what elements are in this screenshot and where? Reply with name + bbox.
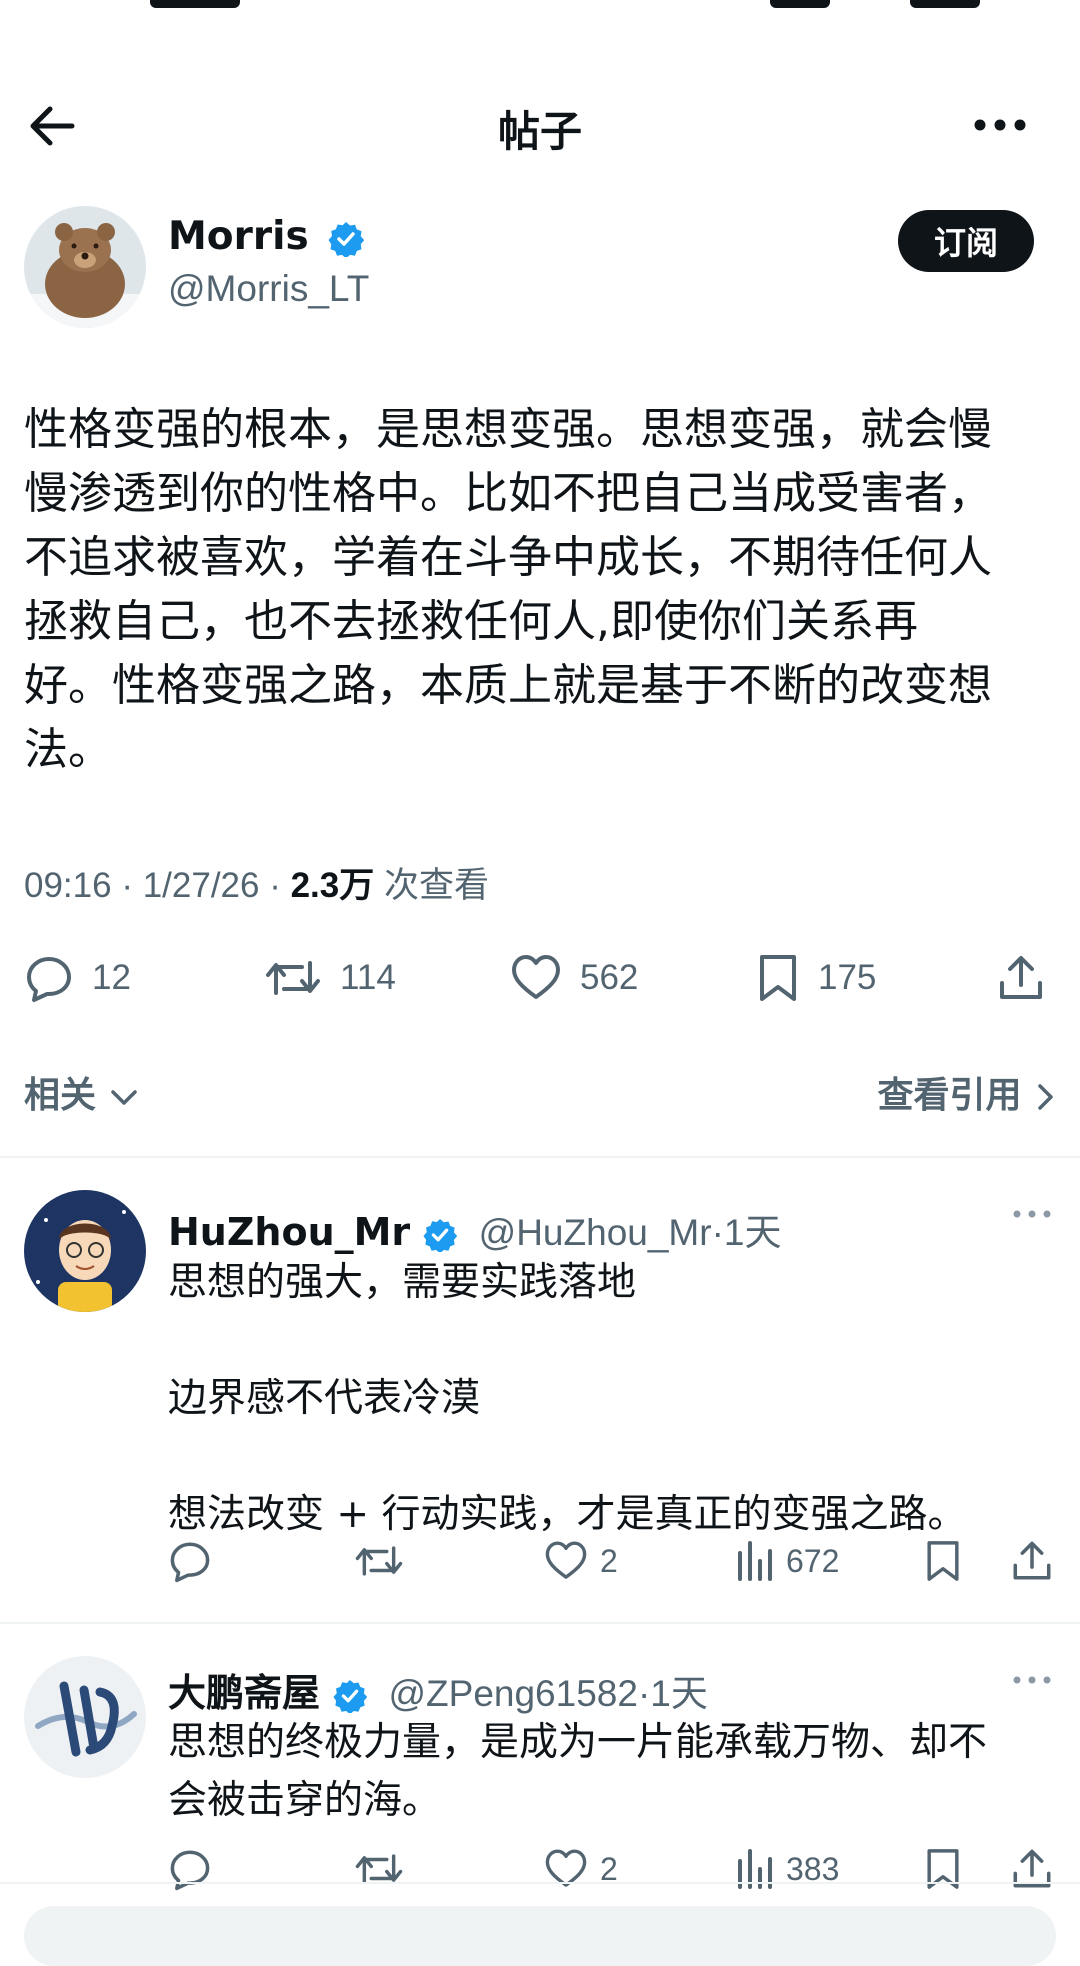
post-time: 09:16: [24, 866, 112, 905]
reply-text: 思想的终极力量，是成为一片能承载万物、却不 会被击穿的海。: [168, 1720, 988, 1823]
bookmark-count: 175: [818, 958, 877, 997]
reply-header: 大鹏斋屋 @ZPeng61582·1天: [168, 1662, 708, 1717]
verified-badge-icon: [328, 221, 365, 257]
related-label: 相关: [24, 1075, 97, 1116]
reply-icon: [170, 1850, 210, 1891]
view-quotes-label: 查看引用: [877, 1075, 1022, 1116]
heart-icon: [545, 1541, 587, 1579]
reply-icon: [27, 957, 71, 1002]
post-action-bar: 12 114 562 175: [0, 950, 1080, 1006]
repost-icon: [355, 1546, 403, 1576]
like-count: 2: [600, 1542, 618, 1579]
reply-action-bar: 2 383: [0, 1844, 1080, 1894]
bar-chart-icon: [738, 1849, 772, 1889]
repost-icon: [266, 961, 320, 995]
bookmark-icon: [927, 1849, 959, 1889]
cartoon-man-avatar-icon: [24, 1190, 146, 1312]
reply-button[interactable]: [168, 1844, 212, 1894]
bear-avatar-icon: [24, 206, 146, 328]
like-button[interactable]: 2: [544, 1536, 618, 1586]
views-label: 次查看: [383, 866, 489, 905]
chevron-down-icon: [110, 1090, 137, 1105]
reply-avatar[interactable]: [24, 1656, 146, 1778]
top-nav-bar: 帖子: [0, 80, 1080, 170]
author-name[interactable]: Morris: [168, 214, 365, 259]
like-button[interactable]: 2: [544, 1844, 618, 1894]
reply-author-name[interactable]: 大鹏斋屋: [168, 1671, 320, 1715]
author-name-text: Morris: [168, 214, 309, 259]
reply-count: 12: [92, 958, 131, 997]
chevron-right-icon: [1038, 1084, 1053, 1110]
views-button[interactable]: 383: [734, 1844, 839, 1894]
divider: [0, 1882, 1080, 1884]
reply-item[interactable]: HuZhou_Mr @HuZhou_Mr·1天 思想的强大，需要实践落地 边界感…: [0, 1156, 1080, 1622]
page-title: 帖子: [497, 107, 582, 156]
reply-composer-bar[interactable]: [24, 1906, 1056, 1966]
share-button[interactable]: [1010, 1536, 1054, 1586]
separator-dot: ·: [711, 1212, 724, 1253]
reply-author-name[interactable]: HuZhou_Mr: [168, 1210, 410, 1254]
author-handle[interactable]: @Morris_LT: [168, 268, 369, 310]
share-button[interactable]: [996, 950, 1046, 1006]
reply-header: HuZhou_Mr @HuZhou_Mr·1天: [168, 1202, 781, 1256]
related-dropdown[interactable]: 相关: [24, 1066, 139, 1118]
more-horizontal-icon[interactable]: [1012, 1674, 1052, 1686]
reply-icon: [170, 1542, 210, 1583]
reply-item[interactable]: 大鹏斋屋 @ZPeng61582·1天 思想的终极力量，是成为一片能承载万物、却…: [0, 1622, 1080, 1891]
post-text: 性格变强的根本，是思想变强。思想变强，就会慢 慢渗透到你的性格中。比如不把自己当…: [24, 404, 992, 775]
bar-chart-icon: [738, 1541, 772, 1581]
share-button[interactable]: [1010, 1844, 1054, 1894]
reply-text: 思想的强大，需要实践落地 边界感不代表冷漠 想法改变 + 行动实践，才是真正的变…: [168, 1260, 967, 1537]
post-date: 1/27/26: [142, 866, 260, 905]
heart-icon: [512, 955, 560, 999]
heart-icon: [545, 1849, 587, 1887]
reply-button[interactable]: [168, 1536, 212, 1586]
post-meta: 09:16 · 1/27/26 · 2.3万 次查看: [24, 866, 489, 905]
related-row: 相关 查看引用: [24, 1060, 1056, 1116]
share-icon: [1013, 1849, 1051, 1888]
repost-count: 114: [340, 958, 396, 997]
reply-author-handle: @ZPeng61582: [388, 1673, 638, 1714]
reply-age: 1天: [723, 1212, 782, 1253]
reply-avatar[interactable]: [24, 1190, 146, 1312]
status-bar: [0, 0, 1080, 24]
like-button[interactable]: 562: [510, 950, 638, 1006]
subscribe-button[interactable]: 订阅: [898, 210, 1034, 272]
bookmark-icon: [927, 1541, 959, 1581]
bookmark-icon: [760, 955, 796, 1001]
reply-age: 1天: [650, 1673, 708, 1714]
repost-icon: [355, 1854, 403, 1884]
bookmark-button[interactable]: [924, 1536, 962, 1586]
calligraphy-avatar-icon: [24, 1656, 146, 1778]
view-count[interactable]: 2.3万: [291, 866, 375, 905]
views-button[interactable]: 672: [734, 1536, 839, 1586]
repost-button[interactable]: 114: [264, 950, 396, 1006]
view-count: 672: [786, 1542, 840, 1579]
more-horizontal-icon[interactable]: [1012, 1208, 1052, 1220]
author-avatar[interactable]: [24, 206, 146, 328]
repost-button[interactable]: [354, 1844, 404, 1894]
repost-button[interactable]: [354, 1536, 404, 1586]
separator-dot: ·: [637, 1673, 651, 1714]
like-count: 562: [580, 958, 639, 997]
share-icon: [1013, 1541, 1051, 1580]
share-icon: [1000, 956, 1042, 999]
reply-action-bar: 2 672: [0, 1536, 1080, 1586]
more-horizontal-icon[interactable]: [972, 110, 1032, 140]
verified-badge-icon: [423, 1218, 458, 1252]
view-quotes-link[interactable]: 查看引用: [877, 1066, 1056, 1118]
bookmark-button[interactable]: 175: [756, 950, 876, 1006]
verified-badge-icon: [333, 1679, 368, 1713]
reply-button[interactable]: 12: [24, 950, 131, 1006]
bookmark-button[interactable]: [924, 1844, 962, 1894]
reply-author-handle: @HuZhou_Mr: [478, 1212, 712, 1253]
